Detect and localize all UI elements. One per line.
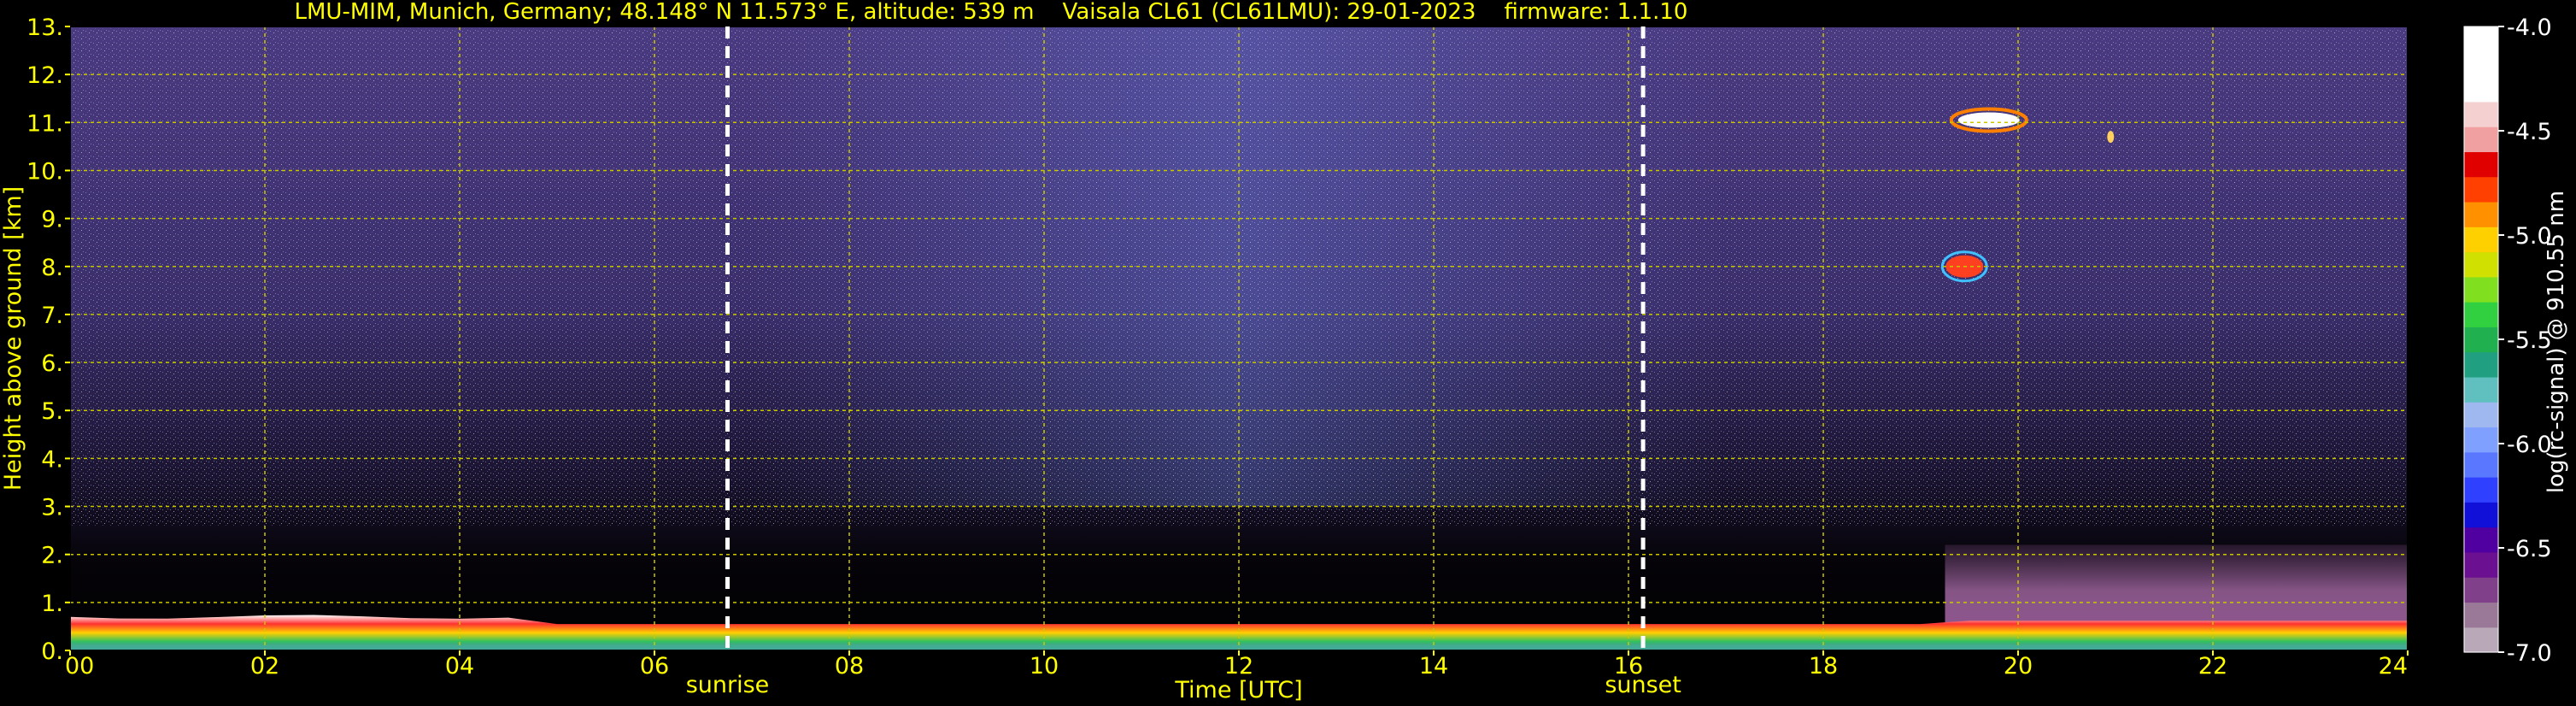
colorbar-label: log(rc-signal) @ 910.55 nm — [2544, 191, 2569, 493]
y-tick-label: 8. — [41, 255, 63, 281]
ceilometer-chart: sunrise sunset 00 02 04 06 08 10 12 14 16 18 20 22 24… — [0, 0, 2576, 706]
colorbar-segment — [2464, 176, 2498, 203]
colorbar-segment — [2464, 551, 2498, 578]
y-tick-label: 6. — [41, 350, 63, 377]
y-tick-label: 3. — [41, 495, 63, 521]
x-tick-label: 06 — [640, 653, 669, 680]
y-tick-label: 9. — [41, 207, 63, 233]
colorbar-segment — [2464, 151, 2498, 178]
colorbar-segment — [2464, 477, 2498, 503]
colorbar-segment — [2464, 402, 2498, 428]
colorbar-tick-label: -6.5 — [2507, 536, 2552, 562]
colorbar-segment — [2464, 527, 2498, 553]
x-tick-label: 10 — [1030, 653, 1059, 680]
colorbar-segment — [2464, 201, 2498, 227]
colorbar-segment — [2464, 26, 2498, 52]
y-tick-label: 5. — [41, 398, 63, 425]
colorbar-segment — [2464, 126, 2498, 152]
x-tick-label: 02 — [250, 653, 279, 680]
y-tick-label: 11. — [26, 110, 63, 137]
x-tick-label: 14 — [1419, 653, 1448, 680]
x-tick-label: 16 — [1614, 653, 1643, 680]
colorbar-segment — [2464, 351, 2498, 378]
x-tick-label: 18 — [1809, 653, 1838, 680]
colorbar-segment — [2464, 76, 2498, 103]
y-axis-label: Height above ground [km] — [0, 186, 26, 491]
x-tick-label: 12 — [1224, 653, 1253, 680]
cirrus-cloud-upper — [1957, 112, 2020, 128]
annotation-label-sunrise: sunrise — [686, 672, 770, 698]
y-tick-label: 4. — [41, 446, 63, 473]
colorbar-tick-label: -7.0 — [2507, 640, 2552, 667]
colorbar-segment — [2464, 376, 2498, 403]
y-tick-label: 13. — [26, 15, 63, 41]
x-tick-label: 22 — [2198, 653, 2227, 680]
colorbar-segment — [2464, 327, 2498, 353]
x-tick-label: 08 — [835, 653, 864, 680]
x-tick-label: 20 — [2004, 653, 2033, 680]
x-tick-label: 00 — [65, 653, 94, 680]
colorbar-segment — [2464, 502, 2498, 528]
y-tick-label: 10. — [26, 158, 63, 185]
colorbar-segment — [2464, 627, 2498, 653]
x-tick-label: 24 — [2379, 653, 2408, 680]
colorbar-segment — [2464, 602, 2498, 628]
colorbar-segment — [2464, 427, 2498, 453]
x-tick-label: 04 — [445, 653, 474, 680]
colorbar-segment — [2464, 227, 2498, 253]
x-axis-label: Time [UTC] — [1174, 677, 1302, 703]
y-tick-label: 1. — [41, 591, 63, 617]
colorbar-segment — [2464, 577, 2498, 603]
chart-title: LMU-MIM, Munich, Germany; 48.148° N 11.5… — [295, 0, 1688, 25]
colorbar-segment — [2464, 276, 2498, 303]
colorbar-segment — [2464, 302, 2498, 327]
y-tick-label: 0. — [41, 638, 63, 665]
y-tick-label: 2. — [41, 543, 63, 569]
y-tick-label: 12. — [26, 62, 63, 89]
colorbar-tick-label: -4.5 — [2507, 119, 2552, 145]
colorbar-segment — [2464, 451, 2498, 478]
cirrus-cloud-fragment — [2107, 131, 2115, 144]
colorbar-segment — [2464, 251, 2498, 278]
chart-svg: sunrise sunset 00 02 04 06 08 10 12 14 16 18 20 22 24… — [0, 0, 2569, 703]
colorbar-segment — [2464, 51, 2498, 78]
y-tick-label: 7. — [41, 303, 63, 329]
colorbar-tick-label: -4.0 — [2507, 15, 2552, 41]
colorbar-segment — [2464, 101, 2498, 127]
